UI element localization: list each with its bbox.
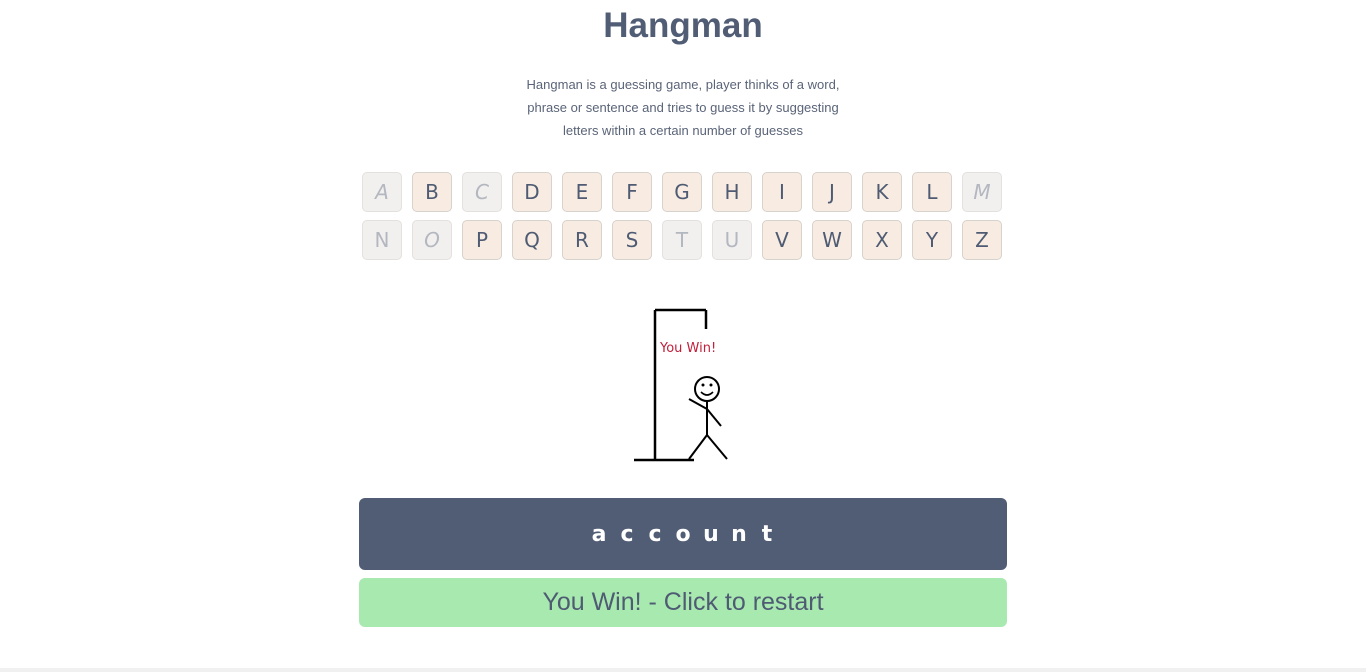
word-letter: n (731, 521, 747, 547)
figure-arm-right (706, 408, 722, 427)
word-letter: t (761, 521, 773, 547)
key-i[interactable]: I (762, 172, 802, 212)
key-g[interactable]: G (662, 172, 702, 212)
key-x[interactable]: X (862, 220, 902, 260)
key-q[interactable]: Q (512, 220, 552, 260)
key-v[interactable]: V (762, 220, 802, 260)
key-f[interactable]: F (612, 172, 652, 212)
key-j[interactable]: J (812, 172, 852, 212)
key-m[interactable]: M (962, 172, 1002, 212)
key-n[interactable]: N (362, 220, 402, 260)
key-d[interactable]: D (512, 172, 552, 212)
hangman-drawing (630, 305, 740, 465)
key-u[interactable]: U (712, 220, 752, 260)
key-y[interactable]: Y (912, 220, 952, 260)
page-bottom-border (0, 668, 1366, 672)
word-letter: u (703, 521, 719, 547)
key-h[interactable]: H (712, 172, 752, 212)
figure-eye-left (701, 383, 705, 387)
page-title: Hangman (603, 6, 763, 45)
key-e[interactable]: E (562, 172, 602, 212)
key-a[interactable]: A (362, 172, 402, 212)
gallows-figure (634, 308, 728, 462)
key-z[interactable]: Z (962, 220, 1002, 260)
key-o[interactable]: O (412, 220, 452, 260)
key-t[interactable]: T (662, 220, 702, 260)
key-c[interactable]: C (462, 172, 502, 212)
key-b[interactable]: B (412, 172, 452, 212)
word-letter: o (675, 521, 691, 547)
word-letter: c (620, 521, 634, 547)
word-letter: c (648, 521, 662, 547)
figure-leg-right (706, 434, 728, 460)
key-s[interactable]: S (612, 220, 652, 260)
game-description: Hangman is a guessing game, player think… (526, 77, 840, 138)
key-p[interactable]: P (462, 220, 502, 260)
key-r[interactable]: R (562, 220, 602, 260)
word-display: account (359, 498, 1007, 570)
word-letter: a (591, 521, 607, 547)
figure-eye-right (709, 383, 713, 387)
word-letters: account (585, 522, 781, 547)
key-w[interactable]: W (812, 220, 852, 260)
win-message: You Win! (660, 341, 717, 356)
restart-button[interactable]: You Win! - Click to restart (359, 578, 1007, 627)
figure-leg-left (688, 434, 708, 460)
figure-head (694, 376, 720, 402)
key-l[interactable]: L (912, 172, 952, 212)
key-k[interactable]: K (862, 172, 902, 212)
figure-smile (700, 391, 714, 396)
